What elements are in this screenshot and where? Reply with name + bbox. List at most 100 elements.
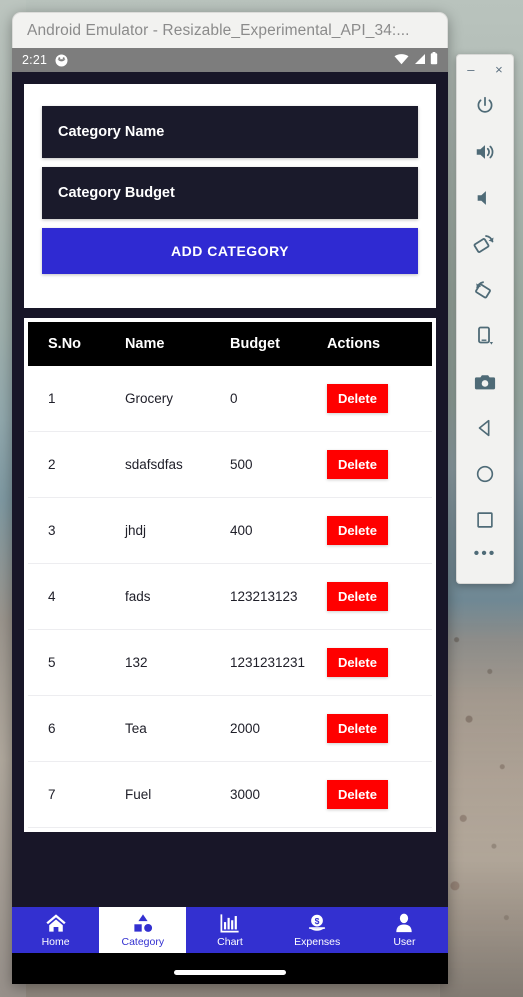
table-header-row: S.No Name Budget Actions: [28, 322, 432, 366]
window-title: Android Emulator - Resizable_Experimenta…: [27, 21, 410, 39]
column-header-sno: S.No: [48, 336, 82, 352]
emulator-window: Android Emulator - Resizable_Experimenta…: [12, 12, 448, 984]
column-header-name: Name: [124, 336, 165, 352]
cellular-signal-icon: [413, 53, 426, 68]
wifi-icon: [394, 53, 409, 68]
home-circle-icon[interactable]: [457, 451, 513, 497]
cell-actions: Delete: [326, 366, 432, 432]
gesture-navigation-bar: [12, 953, 448, 984]
wallpaper-sand-texture: [440, 600, 523, 997]
cell-sno: 6: [28, 695, 125, 762]
cell-budget: 500: [229, 431, 327, 498]
cell-budget: 400: [229, 497, 327, 564]
overview-square-icon[interactable]: [457, 497, 513, 543]
home-icon: [44, 912, 68, 934]
cell-budget: 1231231231: [229, 629, 327, 696]
delete-button[interactable]: Delete: [326, 450, 388, 479]
table-body: 1 Grocery 0 Delete 2 sdafsdfas 500 Delete 3 jhdj 4…: [28, 366, 432, 828]
volume-down-icon[interactable]: [457, 175, 513, 221]
cell-actions: Delete: [326, 431, 432, 498]
minimize-icon[interactable]: –: [467, 63, 474, 76]
categories-table: S.No Name Budget Actions 1 Grocery 0 Delete…: [28, 322, 432, 828]
android-status-bar: 2:21: [12, 48, 448, 72]
nav-item-label: Expenses: [294, 936, 341, 948]
delete-button[interactable]: Delete: [326, 648, 388, 677]
delete-button[interactable]: Delete: [326, 516, 388, 545]
cell-name: Fuel: [124, 761, 230, 828]
category-name-placeholder: Category Name: [58, 124, 165, 140]
money-icon: $: [305, 912, 329, 934]
category-budget-input[interactable]: Category Budget: [42, 167, 418, 219]
status-time: 2:21: [22, 53, 48, 67]
table-row: 7 Fuel 3000 Delete: [28, 761, 432, 828]
notification-dot-icon: [55, 54, 68, 67]
more-options-icon[interactable]: •••: [474, 545, 497, 563]
cell-actions: Delete: [326, 563, 432, 630]
cell-actions: Delete: [326, 629, 432, 696]
cell-name: Grocery: [124, 366, 230, 432]
emulator-titlebar[interactable]: Android Emulator - Resizable_Experimenta…: [12, 12, 448, 48]
column-header-budget: Budget: [229, 336, 280, 352]
category-budget-placeholder: Category Budget: [58, 185, 175, 201]
nav-item-category[interactable]: Category: [99, 907, 187, 953]
column-header-actions: Actions: [326, 336, 381, 352]
cell-sno: 1: [28, 366, 125, 432]
cell-actions: Delete: [326, 695, 432, 762]
back-icon[interactable]: [457, 405, 513, 451]
gesture-pill[interactable]: [174, 970, 286, 975]
table-row: 4 fads 123213123 Delete: [28, 563, 432, 630]
nav-item-home[interactable]: Home: [12, 907, 99, 953]
shapes-icon: [131, 912, 155, 934]
cell-actions: Delete: [326, 497, 432, 564]
cell-actions: Delete: [326, 761, 432, 828]
app-screen: Category Name Category Budget ADD CATEGO…: [12, 72, 448, 984]
cell-name: sdafsdfas: [124, 431, 230, 498]
add-category-button[interactable]: ADD CATEGORY: [42, 228, 418, 274]
nav-item-label: Chart: [217, 936, 243, 948]
nav-item-label: User: [393, 936, 416, 948]
delete-button[interactable]: Delete: [326, 384, 388, 413]
cell-sno: 4: [28, 563, 125, 630]
cell-budget: 123213123: [229, 563, 327, 630]
rotate-left-icon[interactable]: [457, 221, 513, 267]
close-icon[interactable]: ×: [495, 63, 503, 76]
cell-name: fads: [124, 563, 230, 630]
category-name-input[interactable]: Category Name: [42, 106, 418, 158]
cell-budget: 3000: [229, 761, 327, 828]
cell-sno: 3: [28, 497, 125, 564]
bottom-navigation: Home Category Chart $ Expenses User: [12, 907, 448, 953]
cell-sno: 7: [28, 761, 125, 828]
battery-icon: [430, 52, 438, 68]
add-category-card: Category Name Category Budget ADD CATEGO…: [24, 84, 436, 308]
table-row: 6 Tea 2000 Delete: [28, 695, 432, 762]
cell-budget: 2000: [229, 695, 327, 762]
bar-chart-icon: [218, 912, 242, 934]
delete-button[interactable]: Delete: [326, 582, 388, 611]
emulator-window-buttons: – ×: [457, 55, 513, 83]
emulator-side-toolbar: – × •••: [456, 54, 514, 584]
cell-name: jhdj: [124, 497, 230, 564]
table-row: 5 132 1231231231 Delete: [28, 629, 432, 696]
delete-button[interactable]: Delete: [326, 714, 388, 743]
cell-name: Tea: [124, 695, 230, 762]
cell-name: 132: [124, 629, 230, 696]
nav-item-label: Home: [41, 936, 70, 948]
nav-item-label: Category: [121, 936, 165, 948]
table-row: 2 sdafsdfas 500 Delete: [28, 431, 432, 498]
power-icon[interactable]: [457, 83, 513, 129]
nav-item-chart[interactable]: Chart: [186, 907, 273, 953]
table-header: S.No Name Budget Actions: [28, 322, 432, 366]
user-icon: [392, 912, 416, 934]
cell-budget: 0: [229, 366, 327, 432]
cell-sno: 2: [28, 431, 125, 498]
table-row: 3 jhdj 400 Delete: [28, 497, 432, 564]
volume-up-icon[interactable]: [457, 129, 513, 175]
table-row: 1 Grocery 0 Delete: [28, 366, 432, 432]
screenshot-camera-icon[interactable]: [457, 359, 513, 405]
nav-item-expenses[interactable]: $ Expenses: [274, 907, 361, 953]
status-system-icons: [394, 52, 438, 68]
rotate-right-icon[interactable]: [457, 267, 513, 313]
delete-button[interactable]: Delete: [326, 780, 388, 809]
nav-item-user[interactable]: User: [361, 907, 448, 953]
resize-device-icon[interactable]: [457, 313, 513, 359]
